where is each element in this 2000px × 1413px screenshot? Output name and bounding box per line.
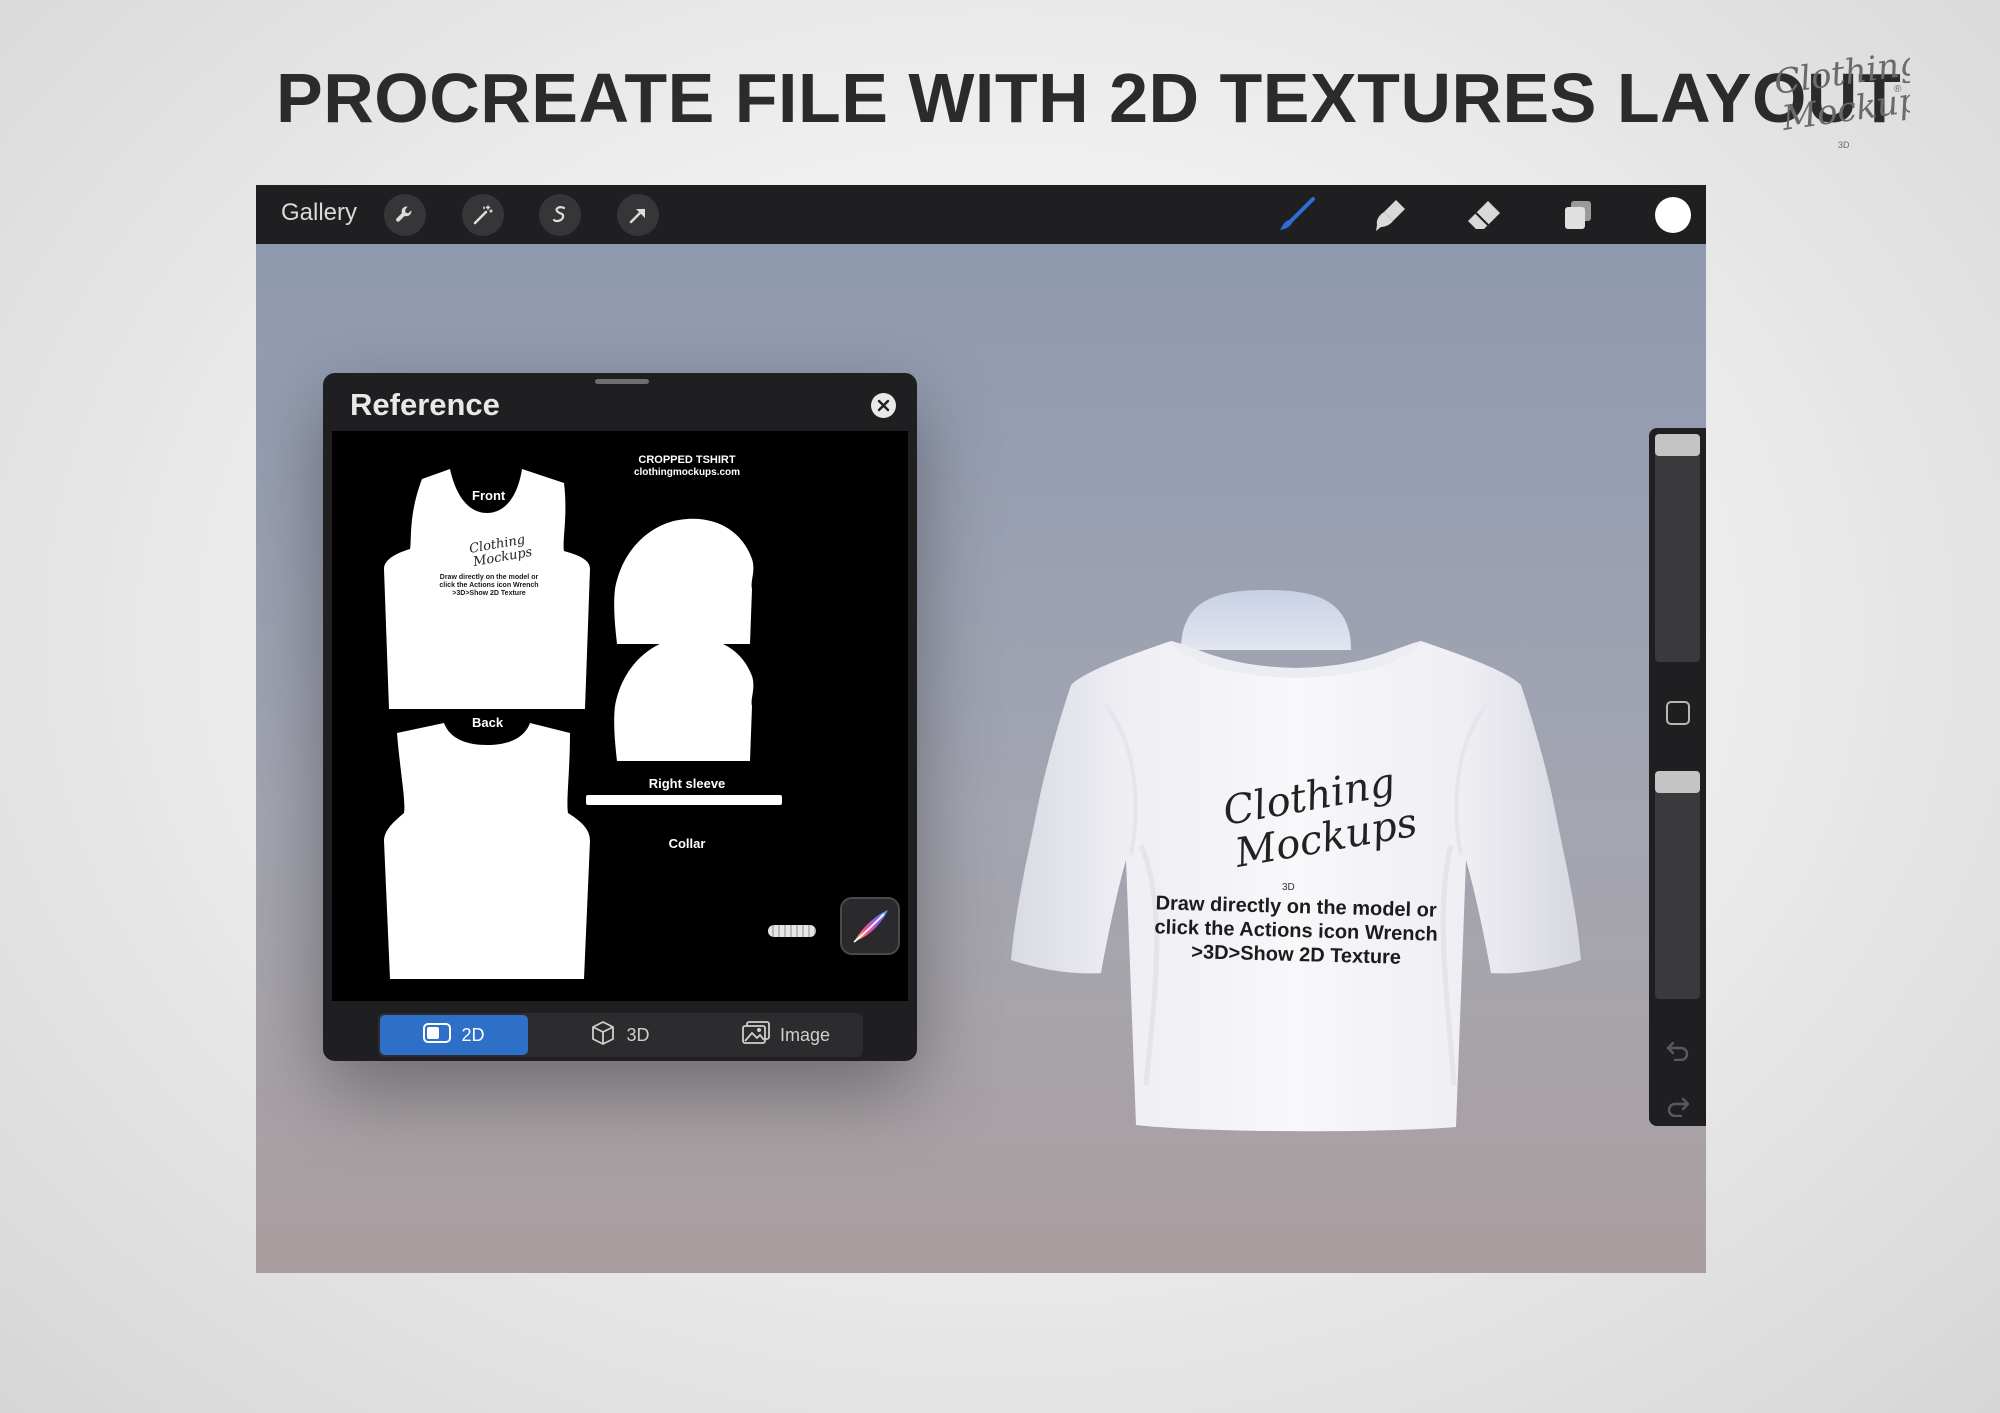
front-note-line1: Draw directly on the model or [440, 574, 539, 581]
top-toolbar: Gallery [256, 185, 1706, 244]
tab-2d[interactable]: 2D [380, 1015, 528, 1055]
panel-grabber[interactable] [595, 379, 649, 384]
back-label: Back [472, 715, 504, 730]
pattern-website: clothingmockups.com [633, 467, 741, 478]
tshirt-3d-model[interactable]: Clothing Mockups 3D Draw directly on the… [966, 385, 1626, 1165]
collar-label: Collar [668, 836, 706, 851]
shirt-logo-suffix: 3D [1282, 882, 1295, 893]
transform-arrow-icon[interactable] [617, 194, 659, 236]
back-piece [384, 723, 590, 979]
smudge-icon[interactable] [1370, 195, 1410, 235]
front-label: Front [472, 488, 506, 503]
brush-size-thumb[interactable] [1655, 434, 1700, 456]
selection-icon[interactable] [539, 194, 581, 236]
tab-3d[interactable]: 3D [546, 1015, 694, 1055]
undo-icon[interactable] [1665, 1037, 1691, 1063]
close-icon[interactable] [871, 393, 896, 418]
right-sidebar [1649, 428, 1706, 1126]
flat-layout-icon [423, 1022, 452, 1048]
front-note-line2: click the Actions icon Wrench [439, 582, 538, 589]
wrench-icon[interactable] [384, 194, 426, 236]
redo-icon[interactable] [1665, 1093, 1691, 1119]
front-piece [384, 469, 590, 709]
page-title: PROCREATE FILE WITH 2D TEXTURES LAYOUT [276, 59, 1902, 137]
magic-wand-icon[interactable] [462, 194, 504, 236]
reference-title: Reference [350, 387, 500, 422]
modify-icon[interactable] [1666, 701, 1690, 725]
image-icon [742, 1020, 770, 1050]
front-note-line3: >3D>Show 2D Texture [452, 590, 526, 597]
reference-panel[interactable]: Reference Clothing Mockups Draw directly… [323, 373, 917, 1061]
texture-layout: Clothing Mockups Draw directly on the mo… [384, 469, 782, 979]
brush-preview-thumbnail [768, 925, 816, 937]
layers-icon[interactable] [1558, 195, 1598, 235]
eraser-icon[interactable] [1464, 195, 1504, 235]
reference-mode-tabs: 2D 3D Image [378, 1013, 863, 1057]
brand-suffix: 3D [1838, 140, 1850, 150]
procreate-app-icon [840, 897, 900, 955]
tab-image[interactable]: Image [712, 1015, 860, 1055]
tab-3d-label: 3D [626, 1024, 650, 1045]
gallery-button[interactable]: Gallery [281, 199, 357, 227]
color-picker[interactable] [1655, 197, 1691, 233]
tab-2d-label: 2D [461, 1024, 485, 1045]
opacity-slider[interactable] [1655, 771, 1700, 999]
brush-size-slider[interactable] [1655, 434, 1700, 662]
reference-image: Clothing Mockups Draw directly on the mo… [332, 431, 908, 1001]
tab-image-label: Image [779, 1024, 831, 1045]
procreate-app: Gallery Clothing Mockups 3D Draw directl… [256, 185, 1706, 1273]
brand-logo: Clothing Mockups ® 3D [1772, 52, 1910, 150]
brush-icon[interactable] [1277, 195, 1317, 235]
opacity-thumb[interactable] [1655, 771, 1700, 793]
right-sleeve-piece [614, 636, 754, 761]
cube-icon [590, 1020, 616, 1051]
left-sleeve-label: Left Sleeve [652, 624, 722, 639]
pattern-heading: CROPPED TSHIRT [638, 454, 736, 466]
collar-piece [586, 795, 782, 805]
right-sleeve-label: Right sleeve [648, 776, 726, 791]
brand-mark: ® [1894, 84, 1902, 95]
